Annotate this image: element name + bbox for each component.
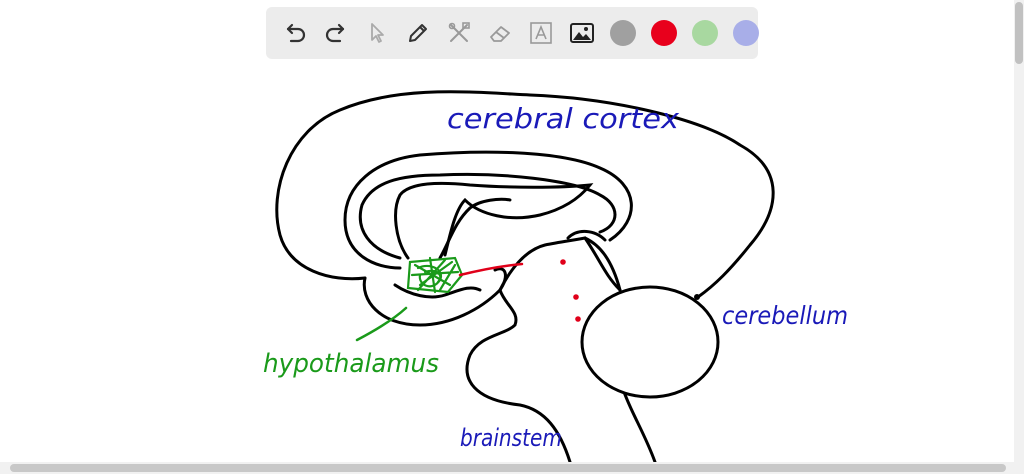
red-dot-2 xyxy=(573,294,579,300)
label-hypothalamus: hypothalamus xyxy=(263,349,439,379)
horizontal-scroll-thumb[interactable] xyxy=(10,464,1006,472)
label-brainstem: brainstem xyxy=(460,424,562,452)
label-cerebellum: cerebellum xyxy=(722,301,848,330)
corpus-callosum-outline xyxy=(343,150,633,270)
red-dot-1 xyxy=(560,259,566,265)
horizontal-scrollbar[interactable] xyxy=(0,462,1024,474)
vertical-scroll-thumb[interactable] xyxy=(1015,2,1023,64)
red-dot-3 xyxy=(575,316,581,322)
cerebellum-marker xyxy=(694,294,700,300)
cerebellum-outline xyxy=(580,285,720,399)
vertical-scrollbar[interactable] xyxy=(1014,0,1024,462)
hypothalamus-highlight xyxy=(406,256,464,294)
thalamus-outline xyxy=(394,181,594,260)
drawing-canvas[interactable]: cerebral cortex cerebellum hypothalamus … xyxy=(0,0,1014,462)
label-cerebral-cortex: cerebral cortex xyxy=(447,102,679,135)
